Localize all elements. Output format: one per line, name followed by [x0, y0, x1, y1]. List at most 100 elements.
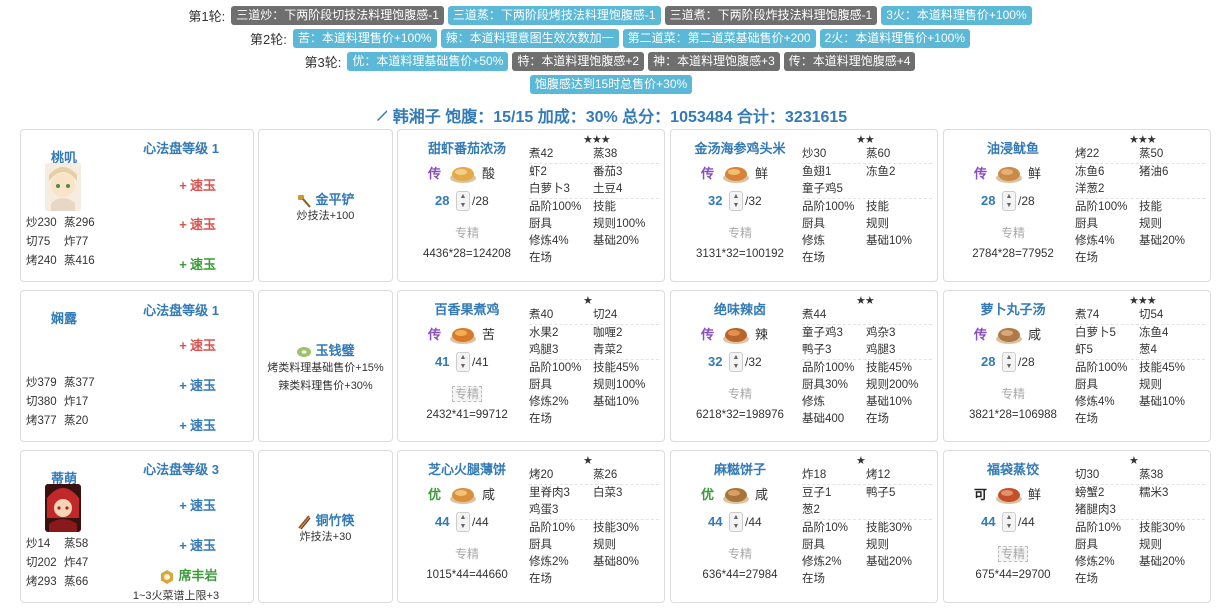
recipe-quantity[interactable]: 28: [981, 193, 995, 208]
recipe-card[interactable]: ★★★ 萝卜丸子汤传 咸 28 ▲ ▼/28 专精 3821*28=106988 煮74 切54 白…: [943, 290, 1211, 442]
jade-slot[interactable]: + 速玉: [146, 175, 246, 194]
recipe-info-row: 修炼2% 基础10%: [529, 394, 659, 411]
recipe-quantity[interactable]: 44: [435, 514, 449, 529]
recipe-name[interactable]: 绝味辣卤: [679, 299, 801, 318]
recipe-card[interactable]: ★ 福袋蒸饺可 鲜 44 ▲ ▼/44 专精 675*44=29700 切30 蒸38 螃蟹2 糯米3…: [943, 450, 1211, 603]
recipe-quantity[interactable]: 44: [981, 514, 995, 529]
recipe-max: /44: [745, 515, 762, 529]
equip-card[interactable]: 金平铲 炒技法+100: [258, 129, 393, 282]
recipe-quantity[interactable]: 32: [708, 193, 722, 208]
heart-disc-level[interactable]: 心法盘等级 1: [131, 138, 231, 157]
recipe-name[interactable]: 福袋蒸饺: [952, 459, 1074, 478]
quantity-stepper[interactable]: ▲ ▼: [1002, 512, 1016, 532]
recipe-quantity[interactable]: 28: [435, 193, 449, 208]
jade-slot[interactable]: + 速玉: [146, 415, 246, 434]
recipe-name[interactable]: 麻糍饼子: [679, 459, 801, 478]
equip-name[interactable]: 玉钱璧: [259, 340, 392, 360]
chef-card[interactable]: 蒂萌 炒14 蒸58 切202 炸47 烤293 蒸66 心法盘等级 3 + 速玉 + 速…: [20, 450, 254, 603]
recipe-card[interactable]: ★★ 金汤海参鸡头米传 鲜 32 ▲ ▼/32 专精 3131*32=100192 炒30 蒸60…: [670, 129, 938, 282]
jade-slot[interactable]: + 速玉: [146, 254, 246, 273]
stat: 切75: [26, 236, 51, 248]
jade-slot[interactable]: + 速玉: [146, 375, 246, 394]
jade-slot[interactable]: + 速玉: [146, 535, 246, 554]
recipe-name[interactable]: 萝卜丸子汤: [952, 299, 1074, 318]
recipe-card[interactable]: ★ 麻糍饼子优 咸 44 ▲ ▼/44 专精 636*44=27984 炸18 烤12 豆子1 鸭子5…: [670, 450, 938, 603]
quantity-stepper[interactable]: ▲ ▼: [729, 352, 743, 372]
recipe-info-row: 基础400 在场: [802, 411, 932, 428]
recipe-info: 煮74 切54 白萝卜5 冻鱼4 虾5 葱4 品阶100% 技能45% 厨具 规则 修炼4% 基础10…: [1075, 307, 1205, 428]
recipe-rank: 传: [974, 166, 988, 181]
quantity-stepper[interactable]: ▲ ▼: [456, 512, 470, 532]
recipe-info-cell: 修炼2%: [802, 556, 842, 568]
recipe-info-cell: 蒸38: [1139, 469, 1164, 481]
recipe-info-cell: 糯米3: [1139, 487, 1169, 499]
quantity-stepper[interactable]: ▲ ▼: [456, 191, 470, 211]
recipe-card[interactable]: ★★★ 甜虾番茄浓汤传 酸 28 ▲ ▼/28 专精 4436*28=124208 煮42 蒸38…: [397, 129, 665, 282]
recipe-flavor: 苦: [482, 327, 496, 342]
quantity-stepper[interactable]: ▲ ▼: [456, 352, 470, 372]
recipe-info-cell: 修炼4%: [1075, 235, 1115, 247]
recipe-rank: 优: [701, 487, 715, 502]
recipe-info-row: 童子鸡5: [802, 181, 932, 199]
recipe-info-row: 在场: [1075, 250, 1205, 267]
recipe-info-cell: 蒸38: [593, 148, 618, 160]
dish-icon: [721, 482, 751, 506]
jade-slot[interactable]: + 速玉: [146, 214, 246, 233]
recipe-info-row: 水果2 咖喱2: [529, 325, 659, 342]
recipe-info-cell: 品阶10%: [802, 522, 849, 534]
equip-card[interactable]: 玉钱璧 烤类料理基础售价+15% 辣类料理售价+30%: [258, 290, 393, 442]
heart-disc-level[interactable]: 心法盘等级 1: [131, 300, 231, 319]
recipe-info: 炒30 蒸60 鱼翅1 冻鱼2 童子鸡5 品阶100% 技能 厨具 规则 修炼 基础10% 在场: [802, 146, 932, 267]
recipe-info-cell: [866, 502, 932, 519]
quantity-stepper[interactable]: ▲ ▼: [729, 191, 743, 211]
recipe-flavor: 咸: [482, 487, 496, 502]
recipe-info-cell: 在场: [802, 252, 825, 264]
quantity-stepper[interactable]: ▲ ▼: [1002, 191, 1016, 211]
recipe-card[interactable]: ★★ 绝味辣卤传 辣 32 ▲ ▼/32 专精 6218*32=198976 煮44 童子鸡3 鸡杂…: [670, 290, 938, 442]
recipe-name[interactable]: 芝心火腿薄饼: [406, 459, 528, 478]
chef-avatar: [45, 484, 81, 532]
recipe-info-row: 厨具30% 规则200%: [802, 377, 932, 394]
recipe-name[interactable]: 甜虾番茄浓汤: [406, 138, 528, 157]
recipe-max: /41: [472, 355, 489, 369]
aide-slot[interactable]: 席丰岩: [131, 565, 246, 585]
recipe-quantity[interactable]: 41: [435, 354, 449, 369]
jade-slot[interactable]: + 速玉: [146, 495, 246, 514]
equip-name[interactable]: 金平铲: [259, 189, 392, 209]
chef-name[interactable]: 娴露: [39, 308, 89, 327]
recipe-name[interactable]: 百香果煮鸡: [406, 299, 528, 318]
recipe-card[interactable]: ★ 百香果煮鸡传 苦 41 ▲ ▼/41 专精 2432*41=99712 煮40 切24 水果2 咖…: [397, 290, 665, 442]
quantity-stepper[interactable]: ▲ ▼: [1002, 352, 1016, 372]
equip-card[interactable]: 铜竹筷 炸技法+30: [258, 450, 393, 603]
recipe-info-cell: 品阶100%: [529, 362, 582, 374]
recipe-info-row: 煮42 蒸38: [529, 146, 659, 164]
equip-effect: 烤类料理基础售价+15%: [267, 362, 384, 374]
recipe-stars: ★★★: [583, 134, 611, 146]
jade-slot[interactable]: + 速玉: [146, 335, 246, 354]
equip-name[interactable]: 铜竹筷: [259, 510, 392, 530]
recipe-card[interactable]: ★ 芝心火腿薄饼优 咸 44 ▲ ▼/44 专精 1015*44=44660 烤20 蒸26 里脊肉…: [397, 450, 665, 603]
recipe-max: /44: [1018, 515, 1035, 529]
chef-card[interactable]: 桃叽 炒230 蒸296 切75 炸77 烤240 蒸416 心法盘等级 1 + 速玉 …: [20, 129, 254, 282]
recipe-info-cell: 品阶100%: [1075, 362, 1128, 374]
recipe-quantity[interactable]: 28: [981, 354, 995, 369]
recipe-info-row: 厨具 规则100%: [529, 216, 659, 233]
chef-card[interactable]: 娴露 炒379 蒸377 切380 炸17 烤377 蒸20 心法盘等级 1 + 速玉 …: [20, 290, 254, 442]
recipe-info-row: 厨具 规则: [529, 537, 659, 554]
round-tag: 传：本道料理饱腹感+4: [783, 52, 916, 71]
recipe-name[interactable]: 油浸鱿鱼: [952, 138, 1074, 157]
quantity-stepper[interactable]: ▲ ▼: [729, 512, 743, 532]
recipe-quantity[interactable]: 32: [708, 354, 722, 369]
recipe-info-cell: 里脊肉3: [529, 487, 570, 499]
recipe-quantity[interactable]: 44: [708, 514, 722, 529]
recipe-rank: 传: [428, 166, 442, 181]
jade-disc-icon: [296, 344, 312, 360]
recipe-name[interactable]: 金汤海参鸡头米: [679, 138, 801, 157]
recipe-info: 切30 蒸38 螃蟹2 糯米3 猪腿肉3 品阶10% 技能30% 厨具 规则 修炼2% 基础20% 在…: [1075, 467, 1205, 588]
recipe-info-cell: 烤12: [866, 469, 891, 481]
recipe-card[interactable]: ★★★ 油浸鱿鱼传 鲜 28 ▲ ▼/28 专精 2784*28=77952 烤22 蒸50 冻鱼6…: [943, 129, 1211, 282]
recipe-info-cell: 基础20%: [1139, 556, 1186, 568]
heart-disc-level[interactable]: 心法盘等级 3: [131, 459, 231, 478]
recipe-info-cell: 冻鱼6: [1075, 166, 1105, 178]
recipe-total: 675*44=29700: [975, 569, 1051, 581]
